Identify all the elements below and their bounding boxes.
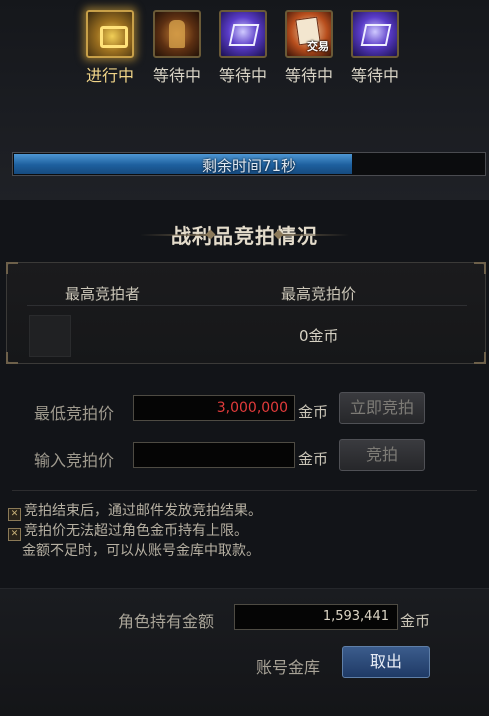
timer-text: 剩余时间71秒	[201, 157, 297, 175]
column-header-price: 最高竞拍价	[281, 285, 357, 303]
purple-box-icon	[351, 10, 399, 58]
notice-text: 竞拍价无法超过角色金币持有上限。	[24, 523, 248, 539]
section-header: 战利品竞拍情况	[0, 218, 489, 254]
top-price-value: 0金币	[299, 327, 339, 345]
panel-corner	[474, 352, 486, 364]
item-slot-3[interactable]: 等待中	[213, 10, 273, 86]
bidder-avatar	[29, 315, 71, 357]
title-ornament-left	[140, 234, 210, 236]
item-slot-2[interactable]: 等待中	[147, 10, 207, 86]
account-vault-label: 账号金库	[256, 658, 321, 677]
character-gold-unit: 金币	[400, 612, 431, 630]
timer-progress-bar: 剩余时间71秒	[12, 152, 486, 176]
gold-chest-icon	[86, 10, 134, 58]
bid-amount-input[interactable]	[133, 442, 295, 468]
notice-line: ✕ 竞拍结束后，通过邮件发放竞拍结果。	[8, 500, 262, 521]
bid-status-panel: 最高竞拍者 最高竞拍价 0金币	[6, 262, 486, 364]
item-slot-5[interactable]: 等待中	[345, 10, 405, 86]
bid-button[interactable]: 竞拍	[339, 439, 425, 471]
item-status: 进行中	[85, 66, 134, 85]
notice-text: 竞拍结束后，通过邮件发放竞拍结果。	[24, 503, 262, 519]
input-bid-unit: 金币	[298, 450, 329, 468]
panel-corner	[6, 352, 18, 364]
armor-icon	[153, 10, 201, 58]
title-ornament-right	[279, 234, 349, 236]
divider	[12, 490, 477, 491]
section-title: 战利品竞拍情况	[171, 224, 318, 248]
column-header-bidder: 最高竞拍者	[65, 285, 141, 303]
item-slot-4[interactable]: 交易 等待中	[279, 10, 339, 86]
input-bid-label: 输入竞拍价	[34, 451, 115, 470]
notice-text: 金额不足时，可以从账号金库中取款。	[22, 543, 260, 559]
item-slot-1[interactable]: 进行中	[80, 10, 140, 86]
purple-box-icon	[219, 10, 267, 58]
panel-corner	[6, 262, 18, 274]
item-status: 等待中	[218, 66, 267, 85]
notice-line: 金额不足时，可以从账号金库中取款。	[22, 540, 260, 560]
divider	[27, 305, 467, 306]
trade-box-icon: 交易	[285, 10, 333, 58]
trade-tag: 交易	[307, 40, 329, 53]
min-bid-label: 最低竞拍价	[34, 404, 115, 423]
min-bid-value: 3,000,000	[133, 395, 295, 421]
item-status: 等待中	[152, 66, 201, 85]
notice-line: ✕ 竞拍价无法超过角色金币持有上限。	[8, 520, 248, 541]
item-status: 等待中	[350, 66, 399, 85]
min-bid-unit: 金币	[298, 403, 329, 421]
buy-now-button[interactable]: 立即竞拍	[339, 392, 425, 424]
item-status: 等待中	[284, 66, 333, 85]
withdraw-button[interactable]: 取出	[342, 646, 430, 678]
character-gold-value: 1,593,441	[234, 604, 398, 630]
bullet-icon: ✕	[8, 528, 21, 541]
character-gold-label: 角色持有金额	[118, 612, 215, 631]
panel-corner	[474, 262, 486, 274]
